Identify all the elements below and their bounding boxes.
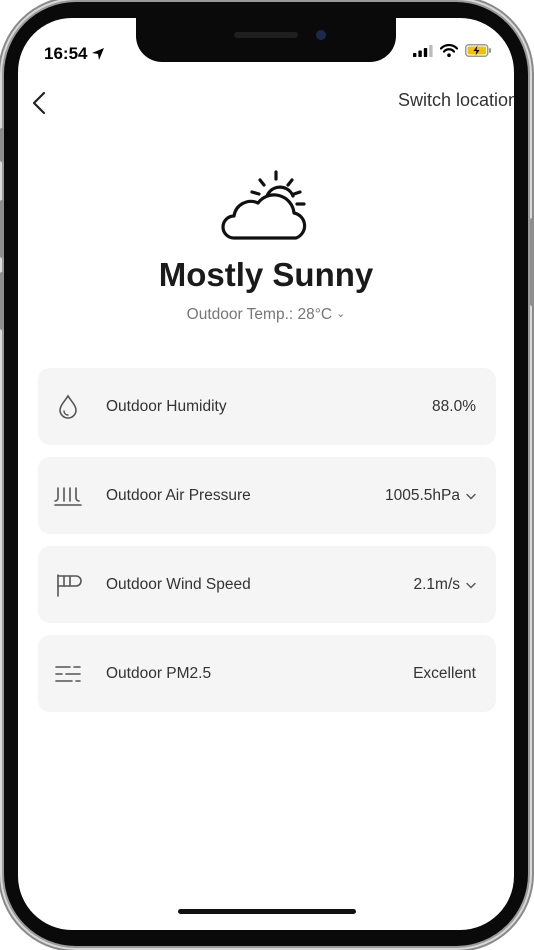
- speaker-grille: [234, 32, 298, 38]
- mute-switch: [0, 128, 4, 162]
- switch-location-button[interactable]: Switch location: [398, 90, 514, 111]
- wind-speed-card[interactable]: Outdoor Wind Speed 2.1m/s: [38, 546, 496, 623]
- power-button: [530, 218, 534, 306]
- status-icons: [413, 44, 492, 57]
- metric-value: 1005.5hPa: [385, 487, 476, 505]
- outdoor-temp-selector[interactable]: Outdoor Temp.: 28°C ⌄: [18, 306, 514, 324]
- clock: 16:54: [44, 44, 88, 63]
- haze-lines-icon: [55, 666, 81, 682]
- outdoor-temp-label: Outdoor Temp.: 28°C: [186, 306, 333, 323]
- location-arrow-icon: [92, 48, 105, 60]
- weather-condition: Mostly Sunny: [158, 256, 374, 293]
- humidity-value: 88.0%: [432, 398, 476, 415]
- battery-charging-icon: [465, 44, 491, 57]
- metric-label: Outdoor Air Pressure: [106, 487, 251, 504]
- partly-cloudy-icon: [221, 170, 307, 240]
- air-pressure-card[interactable]: Outdoor Air Pressure 1005.5hPa: [38, 457, 496, 534]
- pressure-icon: [54, 487, 82, 506]
- pm25-card: Outdoor PM2.5 Excellent: [38, 635, 496, 712]
- pm25-value: Excellent: [413, 665, 476, 682]
- chevron-down-icon: [466, 493, 476, 499]
- wifi-icon: [440, 44, 458, 57]
- wind-flag-icon: [57, 574, 82, 597]
- volume-up-button: [0, 200, 4, 258]
- chevron-down-icon: [466, 582, 476, 588]
- metric-label: Outdoor Wind Speed: [106, 576, 251, 593]
- metric-value: Excellent: [413, 665, 476, 683]
- metric-label: Outdoor Humidity: [106, 398, 227, 415]
- screen: 16:54 Switch location Mostly Sunny Outdo…: [18, 18, 514, 930]
- metric-value: 88.0%: [432, 398, 476, 416]
- air-pressure-value: 1005.5hPa: [385, 487, 460, 504]
- volume-down-button: [0, 272, 4, 330]
- notch: [136, 18, 396, 62]
- back-arrow-icon[interactable]: [28, 90, 54, 116]
- humidity-card: Outdoor Humidity 88.0%: [38, 368, 496, 445]
- droplet-icon: [59, 394, 77, 419]
- metric-value: 2.1m/s: [413, 576, 476, 594]
- status-bar-time: 16:54: [44, 44, 105, 64]
- chevron-down-icon: ⌄: [336, 308, 346, 320]
- metric-label: Outdoor PM2.5: [106, 665, 212, 682]
- cellular-signal-icon: [413, 44, 433, 57]
- wind-speed-value: 2.1m/s: [413, 576, 460, 593]
- front-camera: [316, 30, 326, 40]
- home-indicator[interactable]: [178, 909, 356, 914]
